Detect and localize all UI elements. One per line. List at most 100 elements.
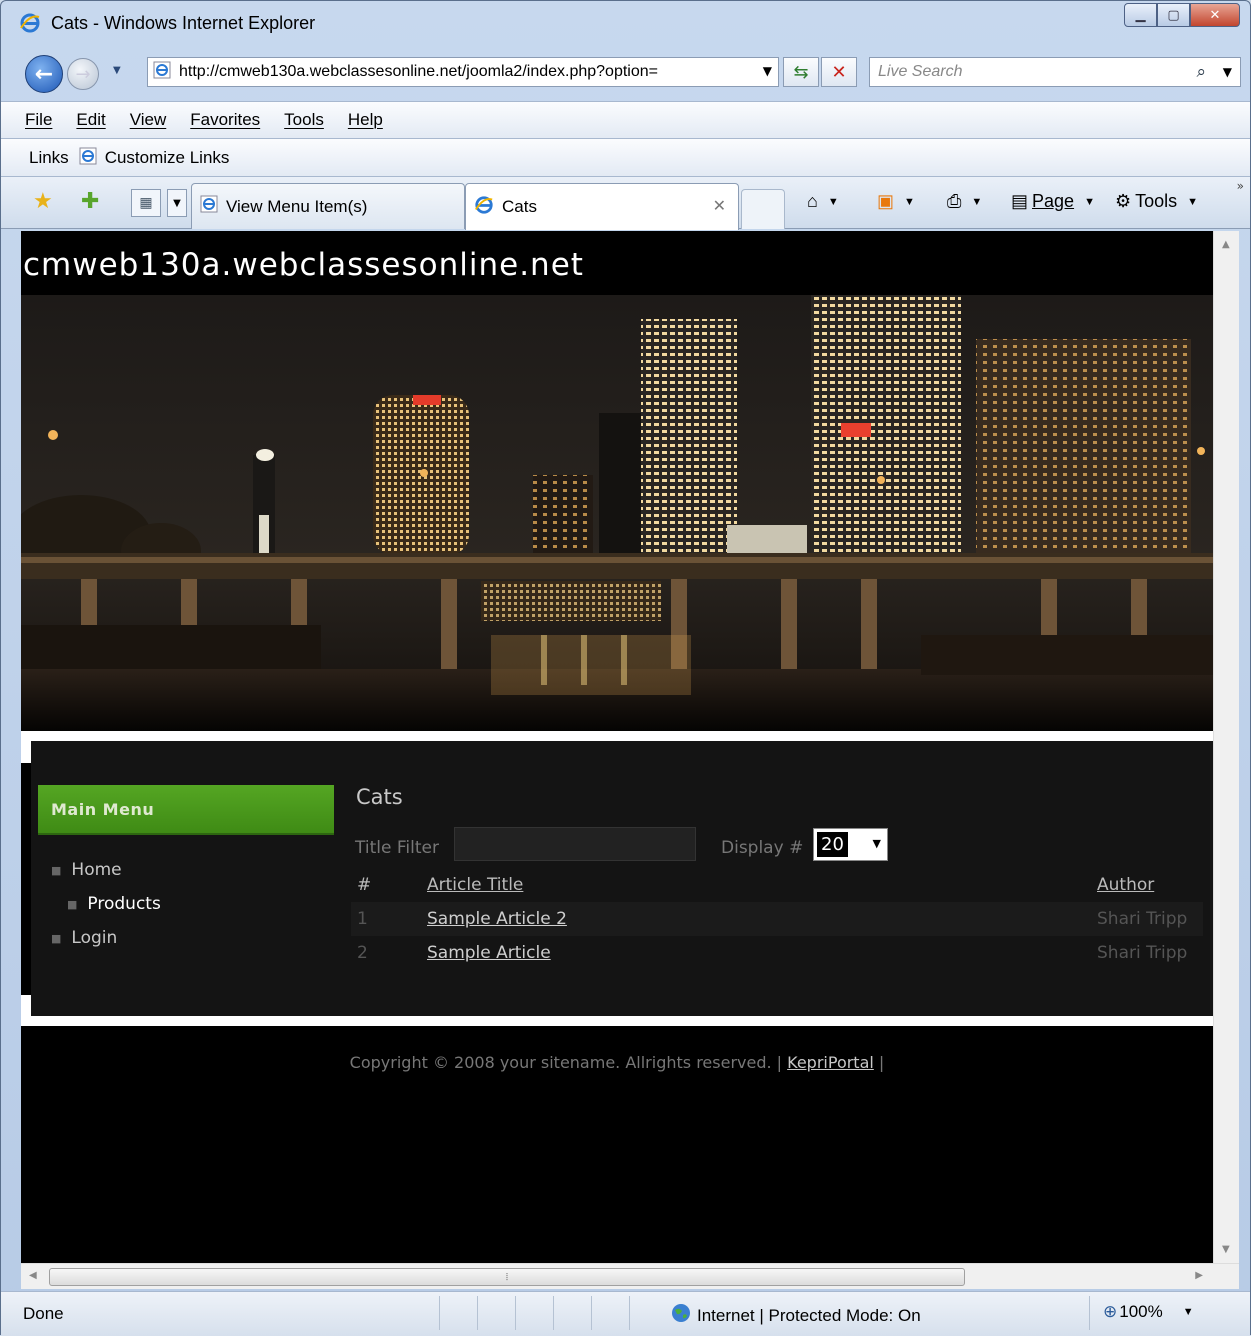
toolbar-overflow-icon[interactable]: » — [1237, 179, 1244, 193]
row-author: Shari Tripp — [1097, 943, 1188, 963]
city-skyline-banner — [21, 295, 1213, 731]
chevron-down-icon[interactable]: ▼ — [904, 196, 915, 208]
maximize-icon: ▢ — [1167, 7, 1180, 23]
grip-icon: ⦙ — [505, 1271, 509, 1283]
quick-tabs-button[interactable]: ▦ — [131, 189, 161, 217]
sort-by-title-link[interactable]: Article Title — [427, 875, 523, 895]
page-icon — [153, 61, 171, 83]
content-frame-top — [21, 731, 1213, 741]
display-count-select[interactable]: 20 ▼ — [813, 828, 888, 861]
customize-links-link[interactable]: Customize Links — [105, 148, 230, 168]
footer-copyright: Copyright © 2008 your sitename. Allright… — [21, 1053, 1213, 1072]
address-row: ← → ▼ http://cmweb130a.webclassesonline.… — [1, 47, 1250, 99]
articles-table: # Article Title Author 1 Sample Article … — [351, 868, 1203, 970]
vertical-scrollbar[interactable]: ▲ ▼ — [1213, 231, 1239, 1263]
feeds-button[interactable]: ▣ ▼ — [877, 191, 915, 212]
menu-favorites[interactable]: Favorites — [190, 110, 260, 130]
tab-bar: ★ ✚ ▦ ▼ View Menu Item(s) Cats ✕ ⌂ ▼ ▣ ▼ ⎙… — [1, 177, 1250, 230]
search-icon[interactable]: ⌕ — [1196, 62, 1206, 82]
add-favorites-icon[interactable]: ✚ — [81, 189, 99, 214]
menu-file[interactable]: File — [25, 110, 52, 130]
address-bar[interactable]: http://cmweb130a.webclassesonline.net/jo… — [147, 57, 779, 87]
maximize-button[interactable]: ▢ — [1157, 3, 1190, 27]
chevron-down-icon[interactable]: ▼ — [828, 196, 839, 208]
sort-by-author-link[interactable]: Author — [1097, 875, 1154, 895]
status-separator — [439, 1296, 440, 1330]
menu-link-label[interactable]: Login — [71, 928, 117, 948]
tab-label: View Menu Item(s) — [226, 196, 368, 216]
menu-link-products[interactable]: ■ Products — [67, 887, 161, 921]
menu-link-home[interactable]: ■ Home — [51, 853, 161, 887]
title-filter-label: Title Filter — [355, 838, 439, 858]
close-tab-icon[interactable]: ✕ — [713, 196, 726, 216]
display-count-value: 20 — [817, 832, 848, 857]
article-link[interactable]: Sample Article 2 — [427, 909, 567, 929]
menu-link-login[interactable]: ■ Login — [51, 921, 161, 955]
window-title: Cats - Windows Internet Explorer — [51, 13, 316, 33]
tools-menu-button[interactable]: ⚙ Tools ▼ — [1115, 191, 1198, 212]
search-options-dropdown-icon[interactable]: ▼ — [1223, 65, 1232, 79]
url-text[interactable]: http://cmweb130a.webclassesonline.net/jo… — [179, 63, 749, 81]
menu-edit[interactable]: Edit — [76, 110, 105, 130]
menu-tools[interactable]: Tools — [284, 110, 324, 130]
status-separator — [553, 1296, 554, 1330]
chevron-down-icon[interactable]: ▼ — [1084, 196, 1095, 208]
chevron-down-icon[interactable]: ▼ — [1183, 1306, 1194, 1318]
site-title: cmweb130a.webclassesonline.net — [23, 247, 584, 283]
horizontal-scrollbar[interactable]: ◀ ⦙ ▶ — [21, 1263, 1239, 1289]
scroll-left-icon[interactable]: ◀ — [29, 1270, 37, 1281]
gear-icon: ⚙ — [1115, 191, 1132, 211]
forward-button[interactable]: → — [67, 58, 99, 90]
page-viewport: cmweb130a.webclassesonline.net Main Menu… — [21, 231, 1213, 1263]
site-header: cmweb130a.webclassesonline.net — [21, 231, 1213, 295]
article-link[interactable]: Sample Article — [427, 943, 551, 963]
menu-link-label[interactable]: Products — [87, 894, 160, 914]
tab-view-menu-items[interactable]: View Menu Item(s) — [191, 183, 465, 229]
bullet-icon: ■ — [51, 931, 62, 945]
content-frame-mark — [21, 741, 31, 763]
status-bar: Done Internet | Protected Mode: On ⊕ 100… — [1, 1291, 1250, 1336]
new-tab-button[interactable] — [741, 189, 785, 229]
menu-link-label[interactable]: Home — [71, 860, 121, 880]
home-button[interactable]: ⌂ ▼ — [807, 191, 839, 212]
column-header-title[interactable]: Article Title — [427, 868, 1097, 902]
refresh-button[interactable]: ⇆ — [783, 57, 819, 87]
page-menu-button[interactable]: ▤ Page ▼ — [1011, 191, 1095, 212]
page-icon — [200, 195, 218, 218]
address-dropdown-icon[interactable]: ▼ — [763, 64, 772, 78]
close-button[interactable]: ✕ — [1190, 3, 1240, 27]
chevron-down-icon[interactable]: ▼ — [873, 837, 881, 850]
chevron-down-icon[interactable]: ▼ — [1187, 196, 1198, 208]
minimize-icon: ▁ — [1135, 7, 1146, 23]
stop-button[interactable]: ✕ — [821, 57, 857, 87]
zoom-control[interactable]: ⊕ 100% ▼ — [1103, 1302, 1194, 1322]
row-title[interactable]: Sample Article 2 — [427, 902, 1097, 936]
bullet-icon: ■ — [51, 863, 62, 877]
scroll-right-icon[interactable]: ▶ — [1195, 1270, 1203, 1281]
menu-view[interactable]: View — [130, 110, 167, 130]
forward-arrow-icon: → — [75, 63, 91, 85]
scroll-up-icon[interactable]: ▲ — [1222, 239, 1230, 250]
security-zone[interactable]: Internet | Protected Mode: On — [671, 1303, 921, 1328]
tab-list-dropdown[interactable]: ▼ — [167, 189, 187, 217]
status-separator — [477, 1296, 478, 1330]
column-header-number: # — [357, 875, 372, 895]
column-header-author[interactable]: Author — [1097, 868, 1203, 902]
menu-help[interactable]: Help — [348, 110, 383, 130]
back-button[interactable]: ← — [25, 55, 63, 93]
search-box[interactable]: ⌕ ▼ — [869, 57, 1241, 87]
search-input[interactable] — [870, 58, 1170, 86]
rss-icon: ▣ — [877, 191, 895, 211]
print-button[interactable]: ⎙ ▼ — [947, 191, 982, 212]
scroll-down-icon[interactable]: ▼ — [1222, 1244, 1230, 1255]
horizontal-scroll-thumb[interactable]: ⦙ — [49, 1268, 965, 1286]
tab-cats[interactable]: Cats ✕ — [465, 183, 739, 230]
display-count-label: Display # — [721, 838, 804, 858]
kepriportal-link[interactable]: KepriPortal — [787, 1053, 874, 1072]
recent-pages-dropdown[interactable]: ▼ — [113, 65, 121, 76]
title-filter-input[interactable] — [454, 827, 696, 861]
row-title[interactable]: Sample Article — [427, 936, 1097, 970]
minimize-button[interactable]: ▁ — [1124, 3, 1157, 27]
chevron-down-icon[interactable]: ▼ — [971, 196, 982, 208]
favorites-star-icon[interactable]: ★ — [33, 189, 53, 214]
